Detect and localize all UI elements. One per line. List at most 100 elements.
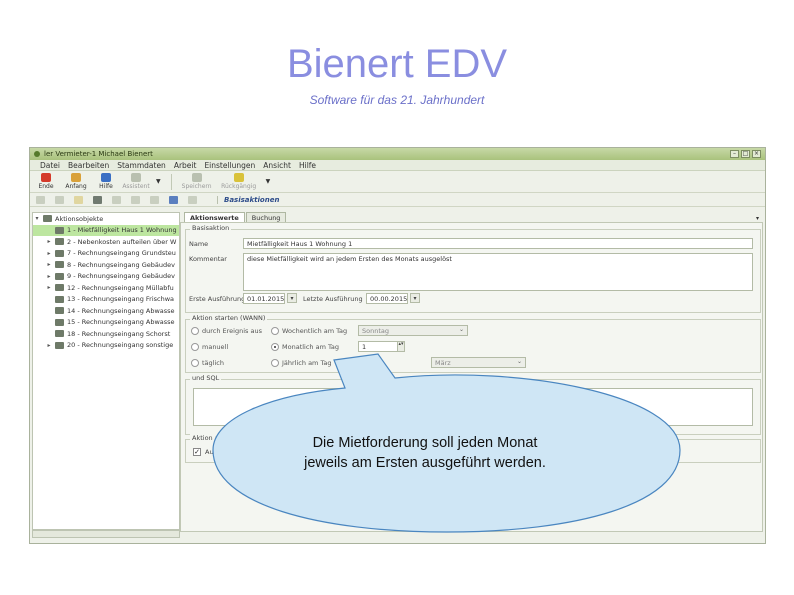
tree-item-label: 15 - Rechnungseingang Abwasse <box>67 318 175 327</box>
radio-wochentag[interactable]: Wochentlich am Tag <box>271 327 347 335</box>
action-icon <box>55 284 64 292</box>
content-area: ▾ Aktionsobjekte 1 - Mietfälligkeit Haus 1… <box>30 208 765 543</box>
action-icon <box>55 341 64 349</box>
last-exec-input[interactable]: 00.00.2015 <box>366 293 408 304</box>
expander-icon[interactable]: ▸ <box>45 238 53 245</box>
close-button[interactable]: × <box>752 150 761 158</box>
speichern-button[interactable]: Speichern <box>182 173 212 190</box>
tab-bar: Aktionswerte Buchung ▾ <box>180 212 763 222</box>
hilfe-button[interactable]: Hilfe <box>96 173 116 190</box>
toolbar-icon-1[interactable] <box>36 195 45 204</box>
tree-item[interactable]: ▾ Aktionsobjekte <box>33 213 179 225</box>
action-tree[interactable]: ▾ Aktionsobjekte 1 - Mietfälligkeit Haus 1… <box>32 212 180 530</box>
menu-stammdaten[interactable]: Stammdaten <box>113 161 170 170</box>
calendar-dropdown-icon-2[interactable]: ▾ <box>410 293 420 303</box>
copy-icon[interactable] <box>112 195 121 204</box>
tree-item[interactable]: 15 - Rechnungseingang Abwasse <box>33 317 179 329</box>
tree-item[interactable]: 13 - Rechnungseingang Frischwa <box>33 294 179 306</box>
tree-item[interactable]: 14 - Rechnungseingang Abwasse <box>33 305 179 317</box>
toolbar-icon-2[interactable] <box>55 195 64 204</box>
tree-item[interactable]: ▸ 8 - Rechnungseingang Gebäudev <box>33 259 179 271</box>
toolbar-dropdown-icon-2[interactable]: ▼ <box>266 178 271 185</box>
menu-einstellungen[interactable]: Einstellungen <box>200 161 259 170</box>
anfang-button[interactable]: Anfang <box>65 173 87 190</box>
name-input[interactable]: Mietfälligkeit Haus 1 Wohnung 1 <box>243 238 753 249</box>
wochentag-select[interactable]: Sonntag ⌄ <box>358 325 468 336</box>
window-titlebar[interactable]: ler Vermieter-1 Michael Bienert – □ × <box>30 148 765 160</box>
tree-item[interactable]: ▸ 20 - Rechnungseingang sonstige <box>33 340 179 352</box>
monat-select[interactable]: März ⌄ <box>431 357 526 368</box>
ausfuehren-label: Ausführen <box>205 448 239 456</box>
window-title: ler Vermieter-1 Michael Bienert <box>44 150 153 158</box>
menu-arbeit[interactable]: Arbeit <box>170 161 201 170</box>
rueckgaengig-button[interactable]: Rückgängig <box>221 173 256 190</box>
tree-item-label: 7 - Rechnungseingang Grundsteu <box>67 249 176 258</box>
action-icon <box>55 261 64 269</box>
document-icon[interactable] <box>74 195 83 204</box>
action-icon <box>55 226 64 234</box>
ausfuehren-checkbox[interactable]: ✓ <box>193 448 201 456</box>
save-icon <box>191 173 202 182</box>
folder-open-icon[interactable] <box>188 195 197 204</box>
action-icon <box>55 295 64 303</box>
tree-horizontal-scrollbar[interactable] <box>32 530 180 538</box>
undo-icon <box>233 173 244 182</box>
expander-icon[interactable]: ▸ <box>45 284 53 291</box>
radio-monatlich[interactable]: Monatlich am Tag <box>271 343 339 351</box>
sql-input[interactable] <box>193 388 753 426</box>
toolbar-dropdown-icon[interactable]: ▼ <box>156 178 161 185</box>
radio-taeglich[interactable]: täglich <box>191 359 224 367</box>
paste-icon[interactable] <box>150 195 159 204</box>
help-icon <box>101 173 111 182</box>
tree-item[interactable]: ▸ 7 - Rechnungseingang Grundsteu <box>33 248 179 260</box>
menu-ansicht[interactable]: Ansicht <box>259 161 295 170</box>
expander-icon[interactable]: ▾ <box>33 215 41 222</box>
slide-subtitle: Software für das 21. Jahrhundert <box>309 93 485 107</box>
spin-icon[interactable]: ▴▾ <box>397 341 405 352</box>
first-exec-input[interactable]: 01.01.2015 <box>243 293 285 304</box>
secondary-toolbar: Basisaktionen <box>30 193 765 207</box>
tree-item-label: 1 - Mietfälligkeit Haus 1 Wohnung <box>67 226 177 235</box>
menu-bearbeiten[interactable]: Bearbeiten <box>64 161 113 170</box>
name-label: Name <box>189 240 209 248</box>
expander-icon[interactable]: ▸ <box>45 273 53 280</box>
toolbar-separator <box>170 173 172 190</box>
tree-item-label: 14 - Rechnungseingang Abwasse <box>67 306 175 315</box>
main-toolbar: Ende Anfang Hilfe Assistent ▼ Speichern <box>30 171 765 193</box>
folder-icon[interactable] <box>169 195 178 204</box>
minimize-button[interactable]: – <box>730 150 739 158</box>
wand-icon <box>131 173 141 182</box>
calendar-dropdown-icon[interactable]: ▾ <box>287 293 297 303</box>
tree-item[interactable]: ▸ 9 - Rechnungseingang Gebäudev <box>33 271 179 283</box>
radio-manuell[interactable]: manuell <box>191 343 228 351</box>
tab-panel: Basisaktion Name Mietfälligkeit Haus 1 W… <box>180 222 763 532</box>
last-exec-label: Letzte Ausführung <box>303 295 363 303</box>
basisaktionen-label: Basisaktionen <box>217 195 279 204</box>
tree-item-label: 12 - Rechnungseingang Müllabfu <box>67 283 174 292</box>
tab-overflow-icon[interactable]: ▾ <box>756 215 759 222</box>
tab-aktionswerte[interactable]: Aktionswerte <box>184 212 245 222</box>
assistent-button[interactable]: Assistent <box>122 173 150 190</box>
menu-datei[interactable]: Datei <box>36 161 64 170</box>
callout-text: Die Mietforderung soll jeden Monat jewei… <box>275 433 575 473</box>
comment-input[interactable]: diese Mietfälligkeit wird an jedem Erste… <box>243 253 753 291</box>
tree-item[interactable]: ▸ 12 - Rechnungseingang Müllabfu <box>33 282 179 294</box>
cut-icon[interactable] <box>131 195 140 204</box>
expander-icon[interactable]: ▸ <box>45 261 53 268</box>
radio-ereignis[interactable]: durch Ereignis aus <box>191 327 262 335</box>
home-icon <box>71 173 81 182</box>
menu-hilfe[interactable]: Hilfe <box>295 161 320 170</box>
action-icon <box>55 318 64 326</box>
ende-button[interactable]: Ende <box>36 173 56 190</box>
expander-icon[interactable]: ▸ <box>45 250 53 257</box>
tree-item[interactable]: ▸ 2 - Nebenkosten aufteilen über W <box>33 236 179 248</box>
expander-icon[interactable]: ▸ <box>45 342 53 349</box>
first-exec-label: Erste Ausführung <box>189 295 246 303</box>
tab-buchung[interactable]: Buchung <box>245 212 287 222</box>
tree-item[interactable]: 18 - Rechnungseingang Schorst <box>33 328 179 340</box>
detail-area: Aktionswerte Buchung ▾ Basisaktion Name … <box>180 212 763 538</box>
tree-item[interactable]: 1 - Mietfälligkeit Haus 1 Wohnung <box>33 224 179 236</box>
radio-jaehrlich[interactable]: Jährlich am Tag <box>271 359 331 367</box>
save-icon-2[interactable] <box>93 195 102 204</box>
maximize-button[interactable]: □ <box>741 150 750 158</box>
